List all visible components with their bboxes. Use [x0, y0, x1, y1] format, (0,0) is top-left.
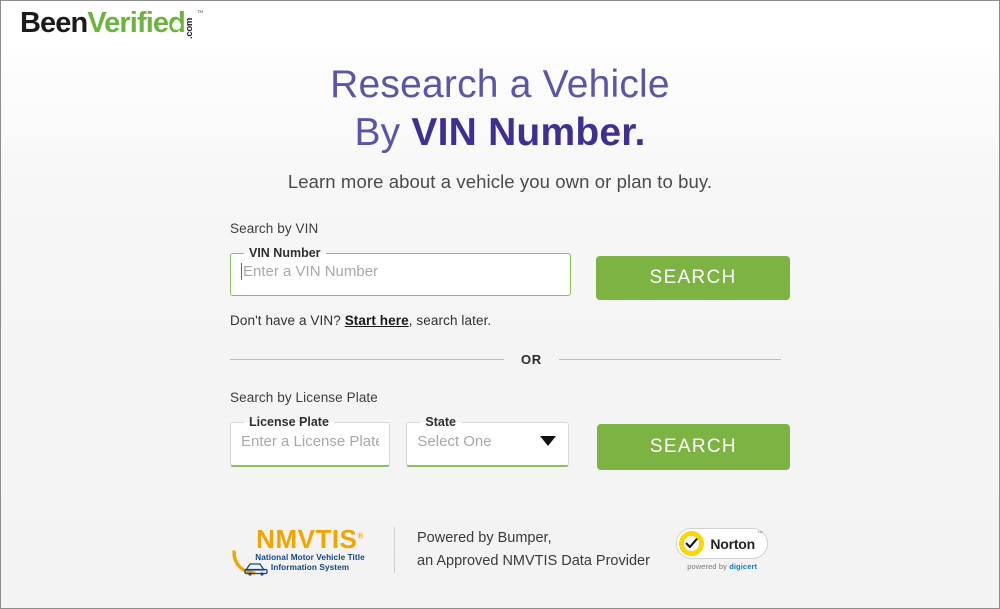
or-divider: OR [230, 352, 790, 367]
state-select-row[interactable]: Select One [417, 428, 557, 454]
page-root: Been Verified .com ™ Research a Vehicle … [0, 0, 1000, 609]
logo-trademark-icon: ™ [196, 10, 204, 17]
page-title-line-1-text: Research a Vehicle [330, 63, 670, 106]
page-title-line-2: By VIN Number. [1, 109, 999, 157]
license-plate-inner [241, 428, 380, 454]
state-select-fieldset[interactable]: State Select One [406, 415, 569, 467]
nmvtis-logo: NMVTIS® National Motor Vehicle Title Inf… [230, 526, 380, 576]
norton-secured-badge[interactable]: Norton ™ powered by digicert [676, 528, 768, 571]
no-vin-hint-prefix: Don't have a VIN? [230, 313, 345, 328]
plate-section-label: Search by License Plate [230, 390, 378, 405]
logo-text-com: .com [183, 18, 195, 39]
chevron-down-icon[interactable] [539, 436, 556, 446]
vin-input-legend: VIN Number [249, 246, 321, 260]
license-plate-fieldset[interactable]: License Plate [230, 415, 391, 467]
norton-badge-pill: Norton ™ [676, 528, 768, 560]
page-title-line-2-prefix: By [354, 110, 412, 154]
start-here-link[interactable]: Start here [345, 313, 409, 328]
norton-powered-by-prefix: powered by [687, 562, 730, 572]
or-divider-line-right [558, 359, 781, 360]
state-select-value: Select One [417, 432, 492, 450]
license-plate-input[interactable] [241, 432, 380, 450]
vin-input-inner [241, 258, 560, 284]
logo-text-verified: Verified [87, 7, 185, 39]
no-vin-hint: Don't have a VIN? Start here, search lat… [230, 313, 790, 328]
plate-search-button[interactable]: SEARCH [596, 424, 790, 470]
powered-by-line-1: Powered by Bumper, [417, 530, 552, 547]
beenverified-logo[interactable]: Been Verified .com ™ [20, 7, 204, 40]
logo-text-been: Been [20, 7, 88, 39]
nmvtis-wordmark-text: NMVTIS [256, 524, 358, 554]
checkmark-icon [679, 531, 705, 557]
page-title: Research a Vehicle By VIN Number. [1, 61, 999, 156]
vin-section-label: Search by VIN [230, 221, 319, 236]
plate-search-row: License Plate State Select One SEARCH [230, 415, 790, 470]
site-header: Been Verified .com ™ [1, 1, 999, 53]
page-title-line-1: Research a Vehicle [1, 61, 999, 109]
search-form-area: Search by VIN VIN Number SEARCH Don't ha… [230, 221, 790, 470]
footer-divider [394, 526, 395, 573]
norton-wordmark: Norton [710, 535, 755, 552]
digicert-wordmark: digicert [729, 562, 758, 572]
text-cursor-icon [241, 262, 242, 280]
vin-input-fieldset[interactable]: VIN Number [230, 246, 571, 296]
license-plate-legend: License Plate [249, 415, 329, 429]
powered-by-line-2: an Approved NMVTIS Data Provider [417, 552, 650, 569]
no-vin-hint-suffix: , search later. [408, 313, 492, 328]
nmvtis-registered-icon: ® [357, 531, 364, 541]
state-select-legend: State [425, 415, 456, 429]
plate-search-section: Search by License Plate License Plate St… [230, 390, 790, 470]
nmvtis-wordmark: NMVTIS® [256, 526, 364, 552]
vin-search-button[interactable]: SEARCH [596, 256, 790, 300]
page-footer: NMVTIS® National Motor Vehicle Title Inf… [230, 526, 790, 576]
vin-input[interactable] [243, 262, 560, 280]
page-title-line-2-emphasis: VIN Number [411, 110, 635, 154]
norton-trademark-icon: ™ [757, 531, 763, 538]
or-divider-label: OR [521, 352, 542, 367]
page-title-period: . [634, 110, 646, 154]
or-divider-line-left [230, 359, 504, 360]
norton-powered-by: powered by digicert [687, 562, 757, 571]
page-subtitle: Learn more about a vehicle you own or pl… [287, 171, 713, 192]
vin-search-row: VIN Number SEARCH [230, 246, 790, 300]
powered-by-text: Powered by Bumper, an Approved NMVTIS Da… [417, 527, 650, 572]
logo-dot-mark [171, 21, 181, 30]
